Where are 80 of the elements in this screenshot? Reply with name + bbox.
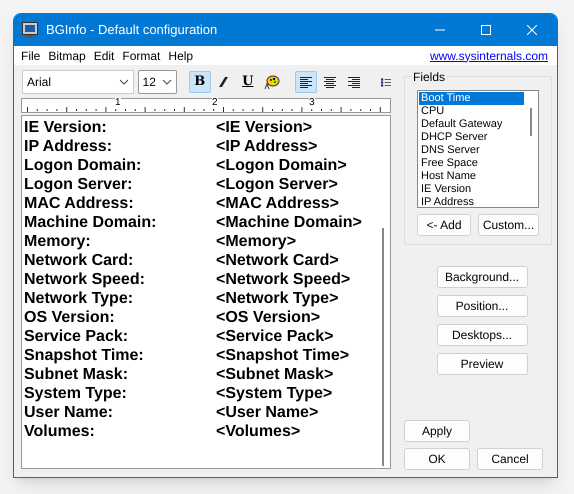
list-item[interactable]: DNS Server <box>419 144 524 157</box>
menu-item[interactable]: Format <box>118 46 164 64</box>
caret-icon <box>118 79 129 85</box>
app-icon <box>22 22 38 38</box>
action-button[interactable]: Desktops... <box>436 324 528 346</box>
cancel-button[interactable]: Cancel <box>477 448 543 470</box>
field-label: Logon Domain: <box>24 156 142 175</box>
field-label: User Name: <box>24 403 114 422</box>
field-placeholder: <Memory> <box>216 232 296 251</box>
align-icon <box>298 76 313 88</box>
website-link[interactable]: www.sysinternals.com <box>430 46 548 64</box>
menu-item[interactable]: Edit <box>90 46 118 64</box>
action-button[interactable]: Background... <box>436 266 528 288</box>
field-label: Machine Domain: <box>24 213 158 232</box>
field-label: Subnet Mask: <box>24 365 130 384</box>
list-item[interactable]: Free Space <box>419 157 524 170</box>
ok-button[interactable]: OK <box>404 448 470 470</box>
ruler-number: 1 <box>115 98 121 107</box>
custom-button[interactable]: Custom... <box>478 214 539 236</box>
maximize-icon[interactable] <box>481 25 491 35</box>
field-placeholder: <MAC Address> <box>216 194 339 213</box>
underline-button[interactable]: U <box>236 71 259 93</box>
apply-button[interactable]: Apply <box>404 420 470 442</box>
bold-button[interactable]: B <box>188 71 211 93</box>
ruler-number: 2 <box>212 98 218 107</box>
menu-item[interactable]: File <box>17 46 44 64</box>
field-placeholder: <Service Pack> <box>216 327 334 346</box>
ruler-number: 3 <box>309 98 315 107</box>
field-label: System Type: <box>24 384 128 403</box>
font-dropdown[interactable]: Arial <box>22 70 134 94</box>
close-icon[interactable] <box>527 25 537 35</box>
bullet-list-icon[interactable] <box>380 76 391 88</box>
field-placeholder: <OS Version> <box>216 308 320 327</box>
list-item[interactable]: Host Name <box>419 170 524 183</box>
field-placeholder: <Volumes> <box>216 422 300 441</box>
field-placeholder: <Subnet Mask> <box>216 365 334 384</box>
list-item[interactable]: Default Gateway <box>419 118 524 131</box>
field-label: Network Type: <box>24 289 134 308</box>
align-left-button[interactable] <box>294 71 317 93</box>
field-placeholder: <Logon Server> <box>216 175 338 194</box>
field-label: Logon Server: <box>24 175 134 194</box>
action-button[interactable]: Preview <box>436 353 528 375</box>
list-item[interactable]: DHCP Server <box>419 131 524 144</box>
field-label: Volumes: <box>24 422 96 441</box>
field-placeholder: <IP Address> <box>216 137 318 156</box>
list-item[interactable]: IE Version <box>419 183 524 196</box>
editor[interactable] <box>21 115 391 469</box>
window-title: BGInfo - Default configuration <box>46 21 218 40</box>
field-label: MAC Address: <box>24 194 135 213</box>
field-placeholder: <Network Card> <box>216 251 339 270</box>
menu-item[interactable]: Help <box>164 46 198 64</box>
field-label: IE Version: <box>24 118 108 137</box>
field-placeholder: <User Name> <box>216 403 318 422</box>
palette-icon <box>264 74 280 90</box>
menu-item[interactable]: Bitmap <box>44 46 90 64</box>
field-label: IP Address: <box>24 137 114 156</box>
field-placeholder: <IE Version> <box>216 118 312 137</box>
list-item[interactable]: IP Address <box>419 196 524 207</box>
field-placeholder: <Network Speed> <box>216 270 350 289</box>
field-label: Service Pack: <box>24 327 130 346</box>
field-label: OS Version: <box>24 308 116 327</box>
align-icon <box>322 76 337 88</box>
caret-icon <box>162 79 172 85</box>
size-dropdown[interactable]: 12 <box>138 70 177 94</box>
field-label: Network Speed: <box>24 270 146 289</box>
add-button[interactable]: <- Add <box>417 214 471 236</box>
list-item[interactable]: Boot Time <box>419 92 524 105</box>
field-label: Snapshot Time: <box>24 346 145 365</box>
field-label: Memory: <box>24 232 92 251</box>
field-placeholder: <Logon Domain> <box>216 156 347 175</box>
italic-icon <box>218 76 230 88</box>
align-icon <box>346 76 361 88</box>
field-placeholder: <Snapshot Time> <box>216 346 350 365</box>
field-placeholder: <Machine Domain> <box>216 213 362 232</box>
field-label: Network Card: <box>24 251 134 270</box>
fields-list[interactable]: Boot Time CPU Default Gateway DHCP Server DNS Server Free Space Host Name IE Version IP Address <box>417 90 539 208</box>
field-placeholder: <System Type> <box>216 384 332 403</box>
list-item[interactable]: CPU <box>419 105 524 118</box>
field-placeholder: <Network Type> <box>216 289 338 308</box>
action-button[interactable]: Position... <box>436 295 528 317</box>
